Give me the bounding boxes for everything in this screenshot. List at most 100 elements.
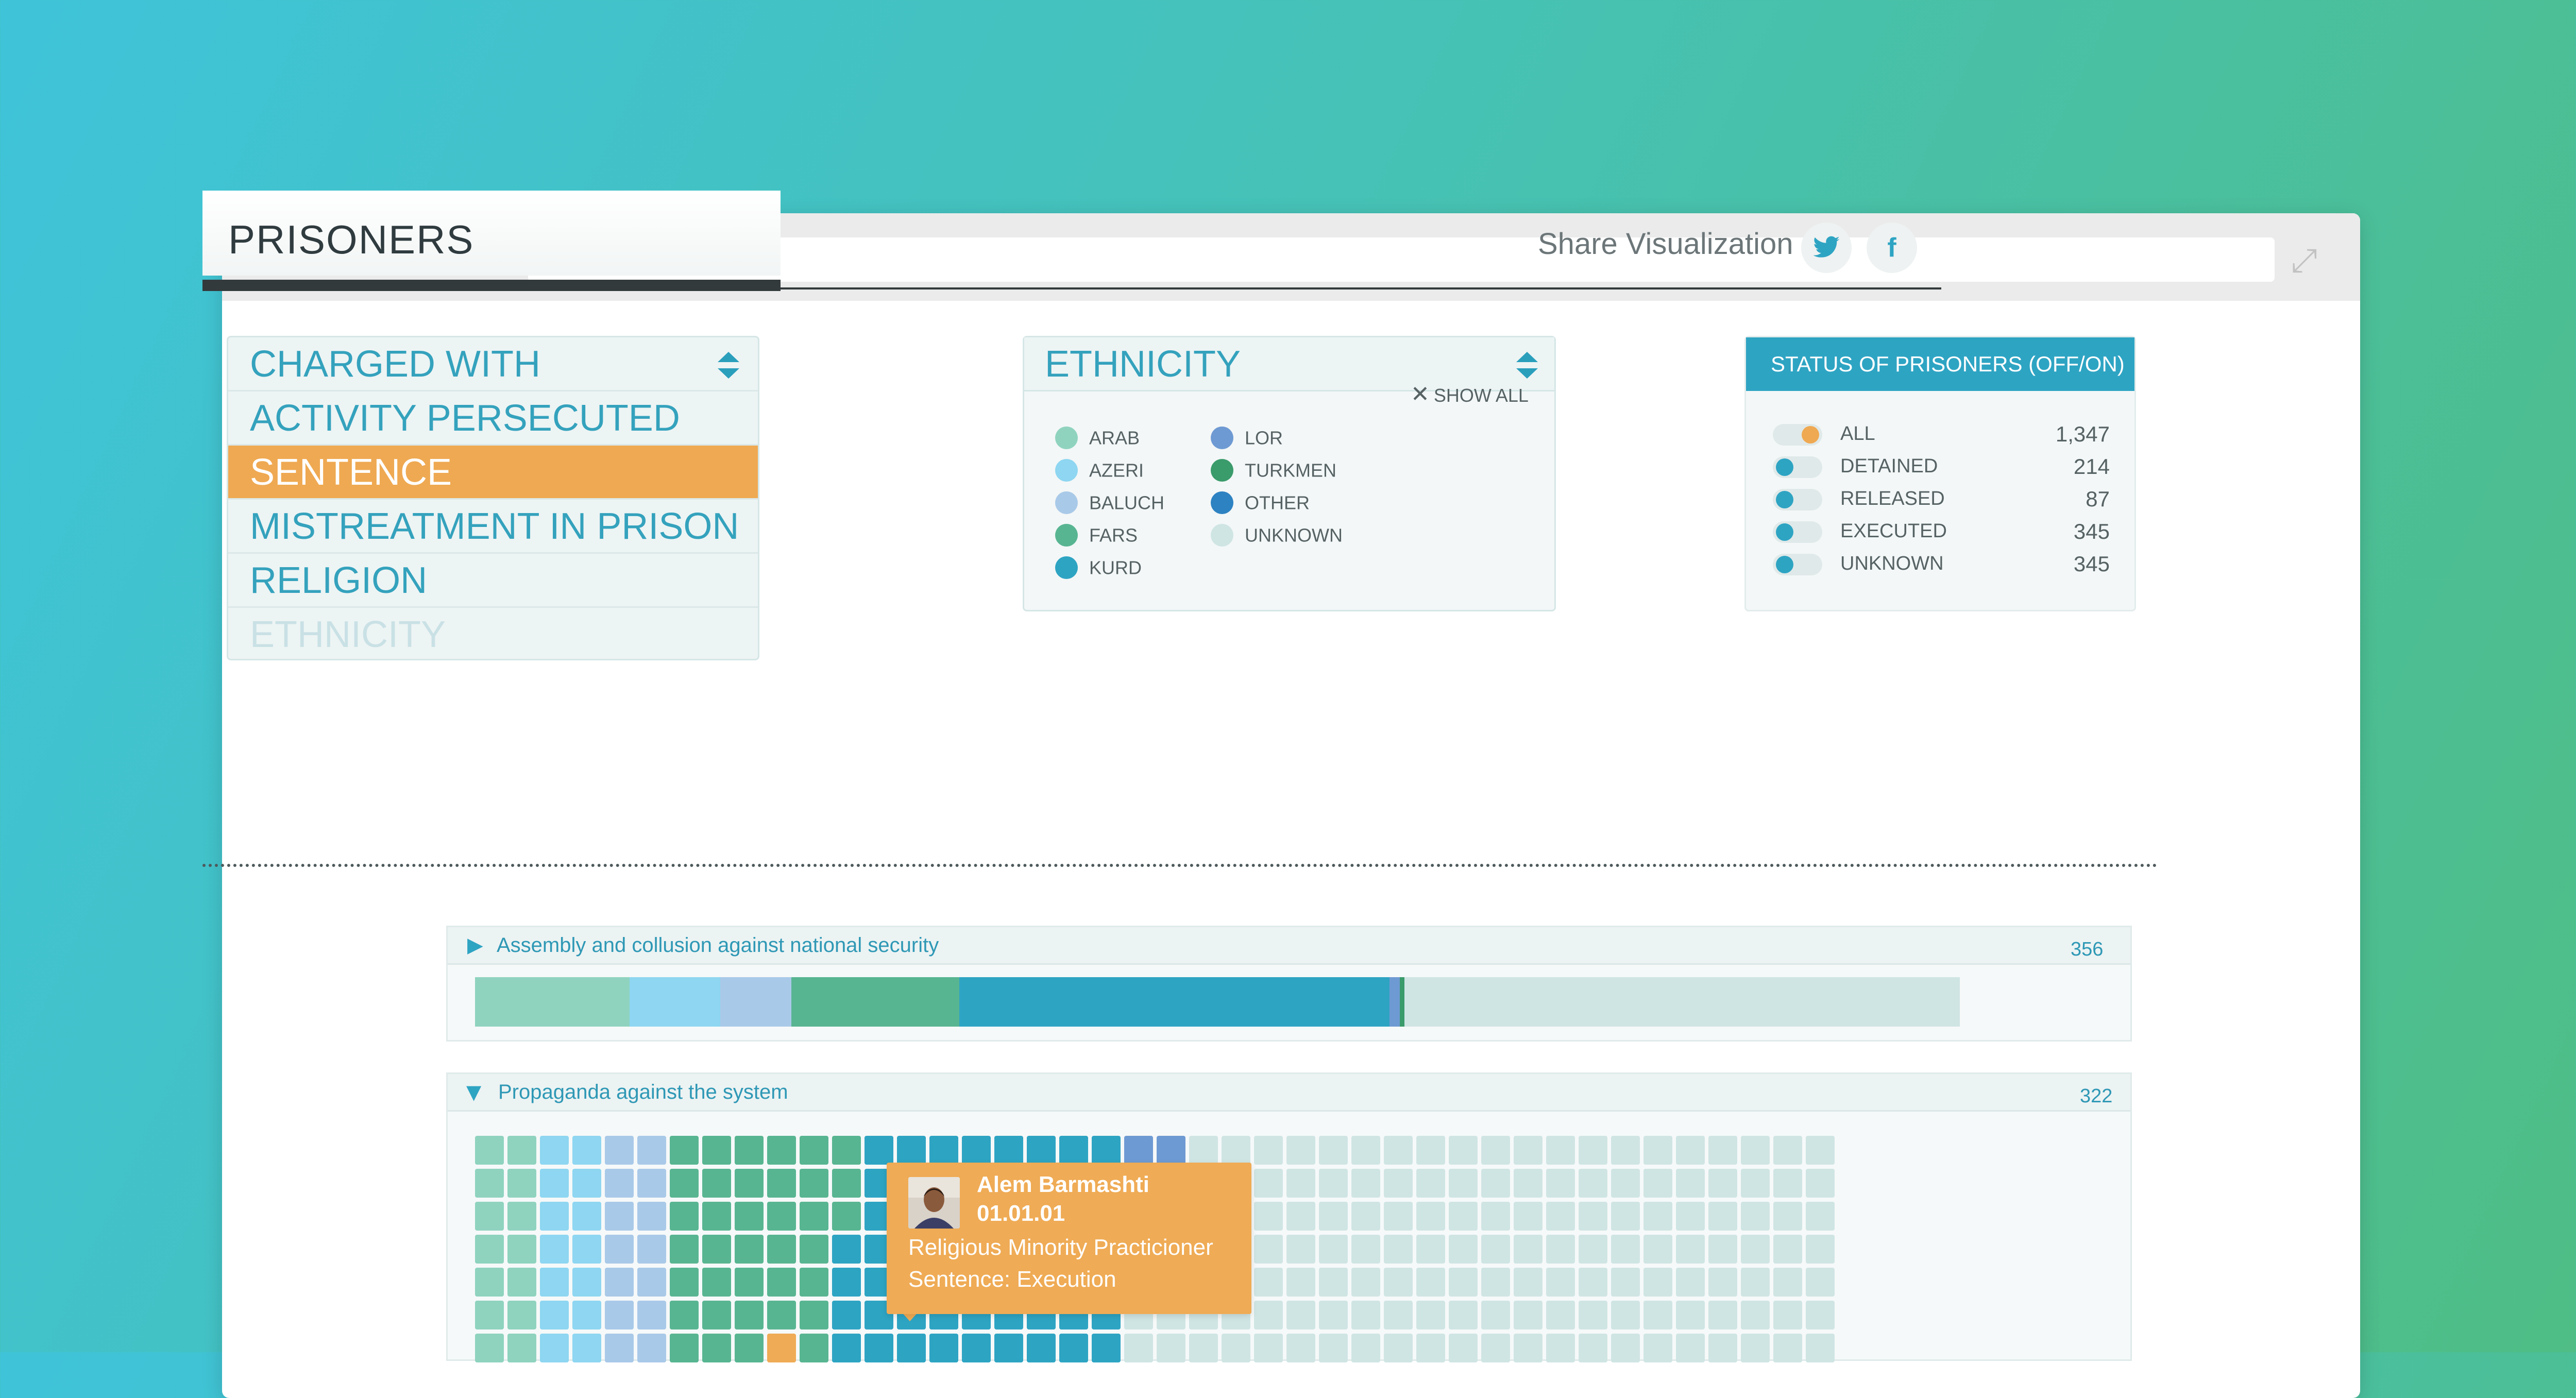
prisoner-cell[interactable] [637,1136,666,1165]
prisoner-cell[interactable] [1286,1202,1315,1231]
prisoner-cell[interactable] [1611,1202,1640,1231]
prisoner-cell[interactable] [832,1169,861,1198]
prisoner-cell[interactable] [1741,1136,1770,1165]
sort-up-down-icon[interactable] [1516,352,1538,381]
prisoner-cell[interactable] [1384,1301,1413,1329]
prisoner-cell[interactable] [1708,1334,1737,1362]
prisoner-cell[interactable] [540,1301,569,1329]
prisoner-cell[interactable] [1514,1235,1543,1264]
prisoner-cell[interactable] [540,1334,569,1362]
dropdown-item[interactable]: CHARGED WITH [228,337,758,391]
prisoner-cell[interactable] [1773,1235,1802,1264]
prisoner-cell[interactable] [572,1169,601,1198]
prisoner-cell[interactable] [1708,1169,1737,1198]
status-toggle[interactable] [1773,456,1822,478]
prisoner-cell[interactable] [994,1136,1023,1165]
prisoner-cell[interactable] [800,1169,828,1198]
prisoner-cell[interactable] [1643,1301,1672,1329]
prisoner-cell[interactable] [1157,1136,1185,1165]
prisoner-cell[interactable] [1027,1334,1056,1362]
prisoner-cell[interactable] [1384,1235,1413,1264]
prisoner-cell[interactable] [1708,1268,1737,1297]
prisoner-cell[interactable] [1806,1301,1835,1329]
show-all-button[interactable]: ✕ SHOW ALL [1411,381,1529,407]
prisoner-cell[interactable] [1416,1334,1445,1362]
prisoner-cell[interactable] [1643,1136,1672,1165]
stacked-bar-segment[interactable] [1389,977,1400,1027]
prisoner-cell[interactable] [475,1268,504,1297]
prisoner-cell[interactable] [1579,1235,1607,1264]
prisoner-cell[interactable] [1806,1169,1835,1198]
prisoner-cell[interactable] [767,1169,796,1198]
stacked-bar-segment[interactable] [629,977,720,1027]
legend-item[interactable]: AZERI [1055,457,1144,482]
prisoner-cell[interactable] [572,1334,601,1362]
prisoner-cell[interactable] [1384,1202,1413,1231]
prisoner-cell[interactable] [540,1136,569,1165]
prisoner-cell[interactable] [897,1136,926,1165]
prisoner-cell[interactable] [800,1301,828,1329]
status-toggle[interactable] [1773,424,1822,446]
prisoner-cell[interactable] [1416,1268,1445,1297]
prisoner-cell[interactable] [1579,1169,1607,1198]
prisoner-cell[interactable] [735,1169,764,1198]
status-toggle[interactable] [1773,554,1822,575]
prisoner-cell[interactable] [1806,1202,1835,1231]
prisoner-cell[interactable] [1351,1301,1380,1329]
prisoner-cell[interactable] [1708,1301,1737,1329]
prisoner-cell[interactable] [605,1334,634,1362]
stacked-bar-segment[interactable] [1400,977,1405,1027]
prisoner-cell[interactable] [1611,1235,1640,1264]
prisoner-cell[interactable] [1579,1202,1607,1231]
prisoner-cell[interactable] [865,1334,893,1362]
prisoner-cell[interactable] [994,1334,1023,1362]
prisoner-cell[interactable] [1773,1169,1802,1198]
prisoner-cell[interactable] [1676,1301,1705,1329]
prisoner-cell[interactable] [735,1268,764,1297]
prisoner-cell[interactable] [637,1334,666,1362]
prisoner-cell[interactable] [735,1301,764,1329]
prisoner-cell[interactable] [1546,1334,1575,1362]
prisoner-cell[interactable] [1579,1301,1607,1329]
prisoner-cell[interactable] [475,1334,504,1362]
prisoner-cell[interactable] [1643,1268,1672,1297]
prisoner-cell[interactable] [1059,1136,1088,1165]
prisoner-cell[interactable] [735,1136,764,1165]
prisoner-cell[interactable] [832,1136,861,1165]
prisoner-cell[interactable] [1319,1235,1348,1264]
prisoner-cell[interactable] [637,1268,666,1297]
prisoner-cell[interactable] [1514,1136,1543,1165]
prisoner-cell[interactable] [1514,1268,1543,1297]
prisoner-cell[interactable] [702,1334,731,1362]
prisoner-cell[interactable] [1286,1334,1315,1362]
prisoner-cell[interactable] [670,1136,699,1165]
prisoner-cell[interactable] [800,1202,828,1231]
prisoner-cell[interactable] [1741,1268,1770,1297]
prisoner-cell[interactable] [507,1301,536,1329]
dropdown-item[interactable]: SENTENCE [228,446,758,500]
prisoner-cell[interactable] [1708,1202,1737,1231]
prisoner-cell[interactable] [1481,1202,1510,1231]
prisoner-cell[interactable] [1416,1202,1445,1231]
prisoner-cell[interactable] [1546,1301,1575,1329]
prisoner-cell[interactable] [670,1169,699,1198]
prisoner-cell[interactable] [1773,1268,1802,1297]
legend-item[interactable]: UNKNOWN [1211,522,1343,547]
prisoner-cell[interactable] [475,1136,504,1165]
prisoner-cell[interactable] [1124,1136,1153,1165]
legend-item[interactable]: KURD [1055,555,1142,579]
prisoner-cell[interactable] [1579,1334,1607,1362]
prisoner-cell[interactable] [1676,1202,1705,1231]
prisoner-cell[interactable] [637,1202,666,1231]
prisoner-cell[interactable] [1319,1202,1348,1231]
prisoner-cell[interactable] [1384,1334,1413,1362]
prisoner-cell[interactable] [1189,1136,1218,1165]
prisoner-cell[interactable] [767,1235,796,1264]
prisoner-cell[interactable] [1449,1334,1478,1362]
legend-item[interactable]: BALUCH [1055,490,1164,515]
legend-item[interactable]: TURKMEN [1211,457,1336,482]
prisoner-cell[interactable] [800,1235,828,1264]
prisoner-cell[interactable] [1254,1235,1283,1264]
prisoner-cell[interactable] [605,1136,634,1165]
prisoner-cell[interactable] [1643,1169,1672,1198]
